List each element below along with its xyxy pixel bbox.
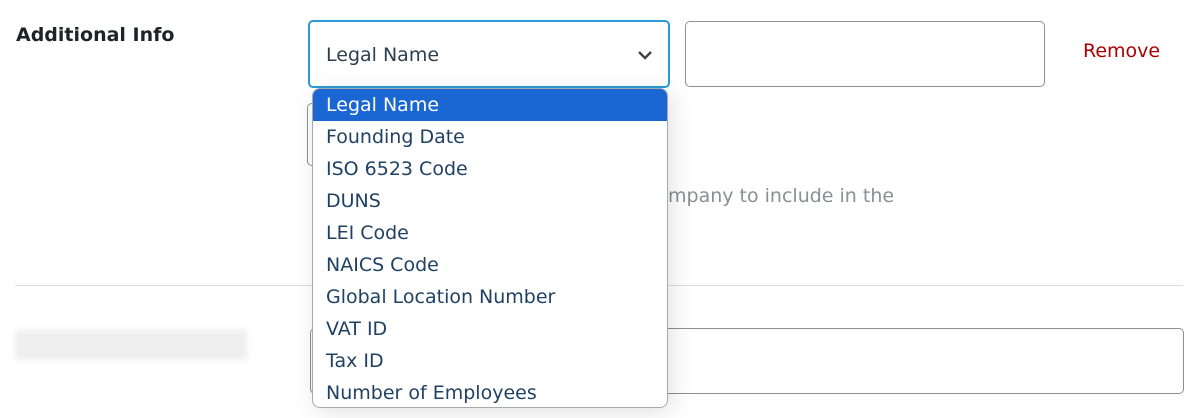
remove-link[interactable]: Remove <box>1083 40 1160 62</box>
blurred-label <box>15 330 247 360</box>
dropdown-list: Legal Name Founding Date ISO 6523 Code DUNS… <box>312 88 668 408</box>
info-type-select[interactable]: Legal Name <box>308 20 670 88</box>
dropdown-option[interactable]: VAT ID <box>313 313 667 345</box>
dropdown-option[interactable]: Global Location Number <box>313 281 667 313</box>
chevron-down-icon <box>638 51 652 60</box>
info-value-input[interactable] <box>685 21 1045 87</box>
dropdown-option[interactable]: ISO 6523 Code <box>313 153 667 185</box>
dropdown-option[interactable]: NAICS Code <box>313 249 667 281</box>
dropdown-option[interactable]: LEI Code <box>313 217 667 249</box>
dropdown-option[interactable]: Legal Name <box>313 89 667 121</box>
select-value: Legal Name <box>326 44 440 66</box>
additional-info-label: Additional Info <box>16 24 175 46</box>
dropdown-option[interactable]: DUNS <box>313 185 667 217</box>
dropdown-option[interactable]: Founding Date <box>313 121 667 153</box>
dropdown-option[interactable]: Number of Employees <box>313 377 667 407</box>
description-text: mpany to include in the <box>668 185 895 207</box>
dropdown-option[interactable]: Tax ID <box>313 345 667 377</box>
